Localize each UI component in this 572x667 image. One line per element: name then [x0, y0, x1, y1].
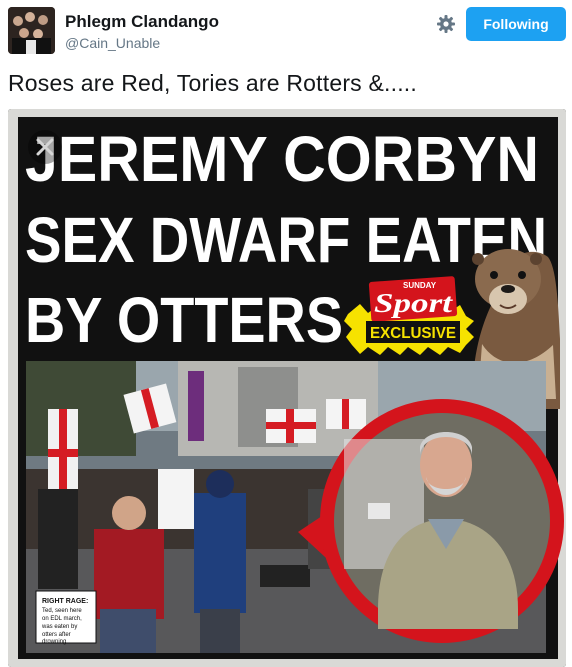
display-name[interactable]: Phlegm Clandango	[65, 12, 219, 32]
badge-brand: Sport	[374, 288, 454, 318]
newspaper-image: JEREMY CORBYN SEX DWARF EATEN BY OTTERS …	[8, 109, 566, 667]
headline-line-2: SEX DWARF EATEN	[25, 204, 547, 276]
headline-line-3: BY OTTERS	[25, 284, 343, 356]
badge-exclusive: EXCLUSIVE	[370, 325, 456, 342]
gear-icon[interactable]	[436, 14, 456, 34]
close-icon[interactable]	[28, 130, 62, 164]
avatar[interactable]	[8, 7, 55, 54]
caption-title: RIGHT RAGE:	[42, 598, 88, 605]
headline-line-1: JEREMY CORBYN	[25, 123, 539, 195]
tweet-text: Roses are Red, Tories are Rotters &.....	[8, 70, 417, 96]
tweet-header: Phlegm Clandango @Cain_Unable Following	[0, 0, 572, 60]
caption-line-1: Ted, seen here	[42, 608, 82, 614]
avatar-image	[8, 7, 55, 54]
following-button[interactable]: Following	[466, 7, 566, 41]
caption-line-3: was eaten by	[41, 624, 77, 630]
caption-line-5: drowning	[42, 639, 66, 645]
caption-line-4: otters after	[42, 632, 71, 638]
user-handle[interactable]: @Cain_Unable	[65, 35, 160, 51]
tweet-media[interactable]: JEREMY CORBYN SEX DWARF EATEN BY OTTERS …	[8, 109, 566, 667]
caption-line-2: on EDL march,	[42, 616, 82, 622]
